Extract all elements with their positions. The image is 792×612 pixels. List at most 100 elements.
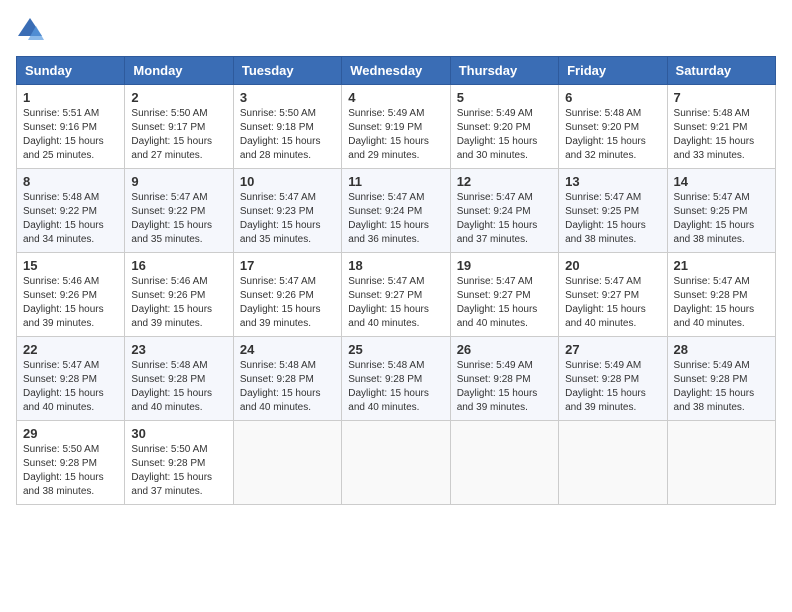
calendar-cell: 30 Sunrise: 5:50 AMSunset: 9:28 PMDaylig… (125, 421, 233, 505)
day-info: Sunrise: 5:50 AMSunset: 9:18 PMDaylight:… (240, 108, 321, 161)
calendar-cell: 18 Sunrise: 5:47 AMSunset: 9:27 PMDaylig… (342, 253, 450, 337)
week-row-1: 1 Sunrise: 5:51 AMSunset: 9:16 PMDayligh… (17, 85, 776, 169)
day-info: Sunrise: 5:47 AMSunset: 9:24 PMDaylight:… (348, 192, 429, 245)
week-row-2: 8 Sunrise: 5:48 AMSunset: 9:22 PMDayligh… (17, 169, 776, 253)
day-number: 8 (23, 174, 118, 189)
calendar-cell: 19 Sunrise: 5:47 AMSunset: 9:27 PMDaylig… (450, 253, 558, 337)
calendar-cell: 27 Sunrise: 5:49 AMSunset: 9:28 PMDaylig… (559, 337, 667, 421)
day-number: 5 (457, 90, 552, 105)
day-info: Sunrise: 5:47 AMSunset: 9:27 PMDaylight:… (348, 276, 429, 329)
day-number: 18 (348, 258, 443, 273)
calendar-cell: 10 Sunrise: 5:47 AMSunset: 9:23 PMDaylig… (233, 169, 341, 253)
day-number: 30 (131, 426, 226, 441)
day-number: 26 (457, 342, 552, 357)
calendar-cell: 17 Sunrise: 5:47 AMSunset: 9:26 PMDaylig… (233, 253, 341, 337)
day-info: Sunrise: 5:48 AMSunset: 9:21 PMDaylight:… (674, 108, 755, 161)
calendar-cell (559, 421, 667, 505)
day-number: 15 (23, 258, 118, 273)
week-row-5: 29 Sunrise: 5:50 AMSunset: 9:28 PMDaylig… (17, 421, 776, 505)
day-info: Sunrise: 5:46 AMSunset: 9:26 PMDaylight:… (23, 276, 104, 329)
logo-icon (16, 16, 44, 44)
day-info: Sunrise: 5:49 AMSunset: 9:20 PMDaylight:… (457, 108, 538, 161)
calendar-cell: 1 Sunrise: 5:51 AMSunset: 9:16 PMDayligh… (17, 85, 125, 169)
calendar-cell: 28 Sunrise: 5:49 AMSunset: 9:28 PMDaylig… (667, 337, 775, 421)
calendar-cell: 24 Sunrise: 5:48 AMSunset: 9:28 PMDaylig… (233, 337, 341, 421)
day-number: 1 (23, 90, 118, 105)
calendar-cell: 14 Sunrise: 5:47 AMSunset: 9:25 PMDaylig… (667, 169, 775, 253)
calendar-cell: 6 Sunrise: 5:48 AMSunset: 9:20 PMDayligh… (559, 85, 667, 169)
day-number: 25 (348, 342, 443, 357)
calendar-cell: 16 Sunrise: 5:46 AMSunset: 9:26 PMDaylig… (125, 253, 233, 337)
calendar-cell: 23 Sunrise: 5:48 AMSunset: 9:28 PMDaylig… (125, 337, 233, 421)
day-number: 20 (565, 258, 660, 273)
logo (16, 16, 48, 44)
calendar-cell: 5 Sunrise: 5:49 AMSunset: 9:20 PMDayligh… (450, 85, 558, 169)
day-number: 13 (565, 174, 660, 189)
calendar-cell: 7 Sunrise: 5:48 AMSunset: 9:21 PMDayligh… (667, 85, 775, 169)
calendar-cell (342, 421, 450, 505)
day-info: Sunrise: 5:47 AMSunset: 9:27 PMDaylight:… (565, 276, 646, 329)
day-info: Sunrise: 5:49 AMSunset: 9:28 PMDaylight:… (674, 360, 755, 413)
day-info: Sunrise: 5:47 AMSunset: 9:25 PMDaylight:… (674, 192, 755, 245)
calendar-cell: 4 Sunrise: 5:49 AMSunset: 9:19 PMDayligh… (342, 85, 450, 169)
day-number: 19 (457, 258, 552, 273)
day-info: Sunrise: 5:47 AMSunset: 9:26 PMDaylight:… (240, 276, 321, 329)
day-info: Sunrise: 5:48 AMSunset: 9:22 PMDaylight:… (23, 192, 104, 245)
day-number: 17 (240, 258, 335, 273)
calendar-cell: 3 Sunrise: 5:50 AMSunset: 9:18 PMDayligh… (233, 85, 341, 169)
calendar-cell: 29 Sunrise: 5:50 AMSunset: 9:28 PMDaylig… (17, 421, 125, 505)
calendar-cell (233, 421, 341, 505)
day-info: Sunrise: 5:47 AMSunset: 9:22 PMDaylight:… (131, 192, 212, 245)
calendar-cell: 22 Sunrise: 5:47 AMSunset: 9:28 PMDaylig… (17, 337, 125, 421)
day-info: Sunrise: 5:48 AMSunset: 9:20 PMDaylight:… (565, 108, 646, 161)
weekday-header-friday: Friday (559, 57, 667, 85)
calendar-cell: 15 Sunrise: 5:46 AMSunset: 9:26 PMDaylig… (17, 253, 125, 337)
day-info: Sunrise: 5:49 AMSunset: 9:19 PMDaylight:… (348, 108, 429, 161)
day-number: 14 (674, 174, 769, 189)
day-info: Sunrise: 5:47 AMSunset: 9:25 PMDaylight:… (565, 192, 646, 245)
day-info: Sunrise: 5:50 AMSunset: 9:28 PMDaylight:… (131, 444, 212, 497)
weekday-header-row: SundayMondayTuesdayWednesdayThursdayFrid… (17, 57, 776, 85)
day-info: Sunrise: 5:49 AMSunset: 9:28 PMDaylight:… (457, 360, 538, 413)
header (16, 16, 776, 44)
day-number: 28 (674, 342, 769, 357)
weekday-header-wednesday: Wednesday (342, 57, 450, 85)
day-number: 21 (674, 258, 769, 273)
day-info: Sunrise: 5:46 AMSunset: 9:26 PMDaylight:… (131, 276, 212, 329)
day-number: 27 (565, 342, 660, 357)
day-info: Sunrise: 5:47 AMSunset: 9:28 PMDaylight:… (23, 360, 104, 413)
day-number: 3 (240, 90, 335, 105)
weekday-header-tuesday: Tuesday (233, 57, 341, 85)
calendar-cell: 9 Sunrise: 5:47 AMSunset: 9:22 PMDayligh… (125, 169, 233, 253)
calendar-cell (667, 421, 775, 505)
calendar-cell: 8 Sunrise: 5:48 AMSunset: 9:22 PMDayligh… (17, 169, 125, 253)
day-number: 29 (23, 426, 118, 441)
day-info: Sunrise: 5:47 AMSunset: 9:27 PMDaylight:… (457, 276, 538, 329)
calendar-cell (450, 421, 558, 505)
calendar-cell: 25 Sunrise: 5:48 AMSunset: 9:28 PMDaylig… (342, 337, 450, 421)
day-info: Sunrise: 5:47 AMSunset: 9:24 PMDaylight:… (457, 192, 538, 245)
day-number: 9 (131, 174, 226, 189)
day-number: 6 (565, 90, 660, 105)
day-number: 22 (23, 342, 118, 357)
calendar-cell: 26 Sunrise: 5:49 AMSunset: 9:28 PMDaylig… (450, 337, 558, 421)
day-number: 7 (674, 90, 769, 105)
day-info: Sunrise: 5:50 AMSunset: 9:17 PMDaylight:… (131, 108, 212, 161)
calendar-cell: 12 Sunrise: 5:47 AMSunset: 9:24 PMDaylig… (450, 169, 558, 253)
calendar-cell: 13 Sunrise: 5:47 AMSunset: 9:25 PMDaylig… (559, 169, 667, 253)
weekday-header-sunday: Sunday (17, 57, 125, 85)
day-info: Sunrise: 5:48 AMSunset: 9:28 PMDaylight:… (131, 360, 212, 413)
week-row-3: 15 Sunrise: 5:46 AMSunset: 9:26 PMDaylig… (17, 253, 776, 337)
day-info: Sunrise: 5:49 AMSunset: 9:28 PMDaylight:… (565, 360, 646, 413)
calendar-cell: 2 Sunrise: 5:50 AMSunset: 9:17 PMDayligh… (125, 85, 233, 169)
day-info: Sunrise: 5:48 AMSunset: 9:28 PMDaylight:… (348, 360, 429, 413)
calendar-cell: 20 Sunrise: 5:47 AMSunset: 9:27 PMDaylig… (559, 253, 667, 337)
day-info: Sunrise: 5:48 AMSunset: 9:28 PMDaylight:… (240, 360, 321, 413)
weekday-header-saturday: Saturday (667, 57, 775, 85)
day-number: 12 (457, 174, 552, 189)
day-number: 11 (348, 174, 443, 189)
weekday-header-monday: Monday (125, 57, 233, 85)
week-row-4: 22 Sunrise: 5:47 AMSunset: 9:28 PMDaylig… (17, 337, 776, 421)
day-info: Sunrise: 5:47 AMSunset: 9:28 PMDaylight:… (674, 276, 755, 329)
weekday-header-thursday: Thursday (450, 57, 558, 85)
